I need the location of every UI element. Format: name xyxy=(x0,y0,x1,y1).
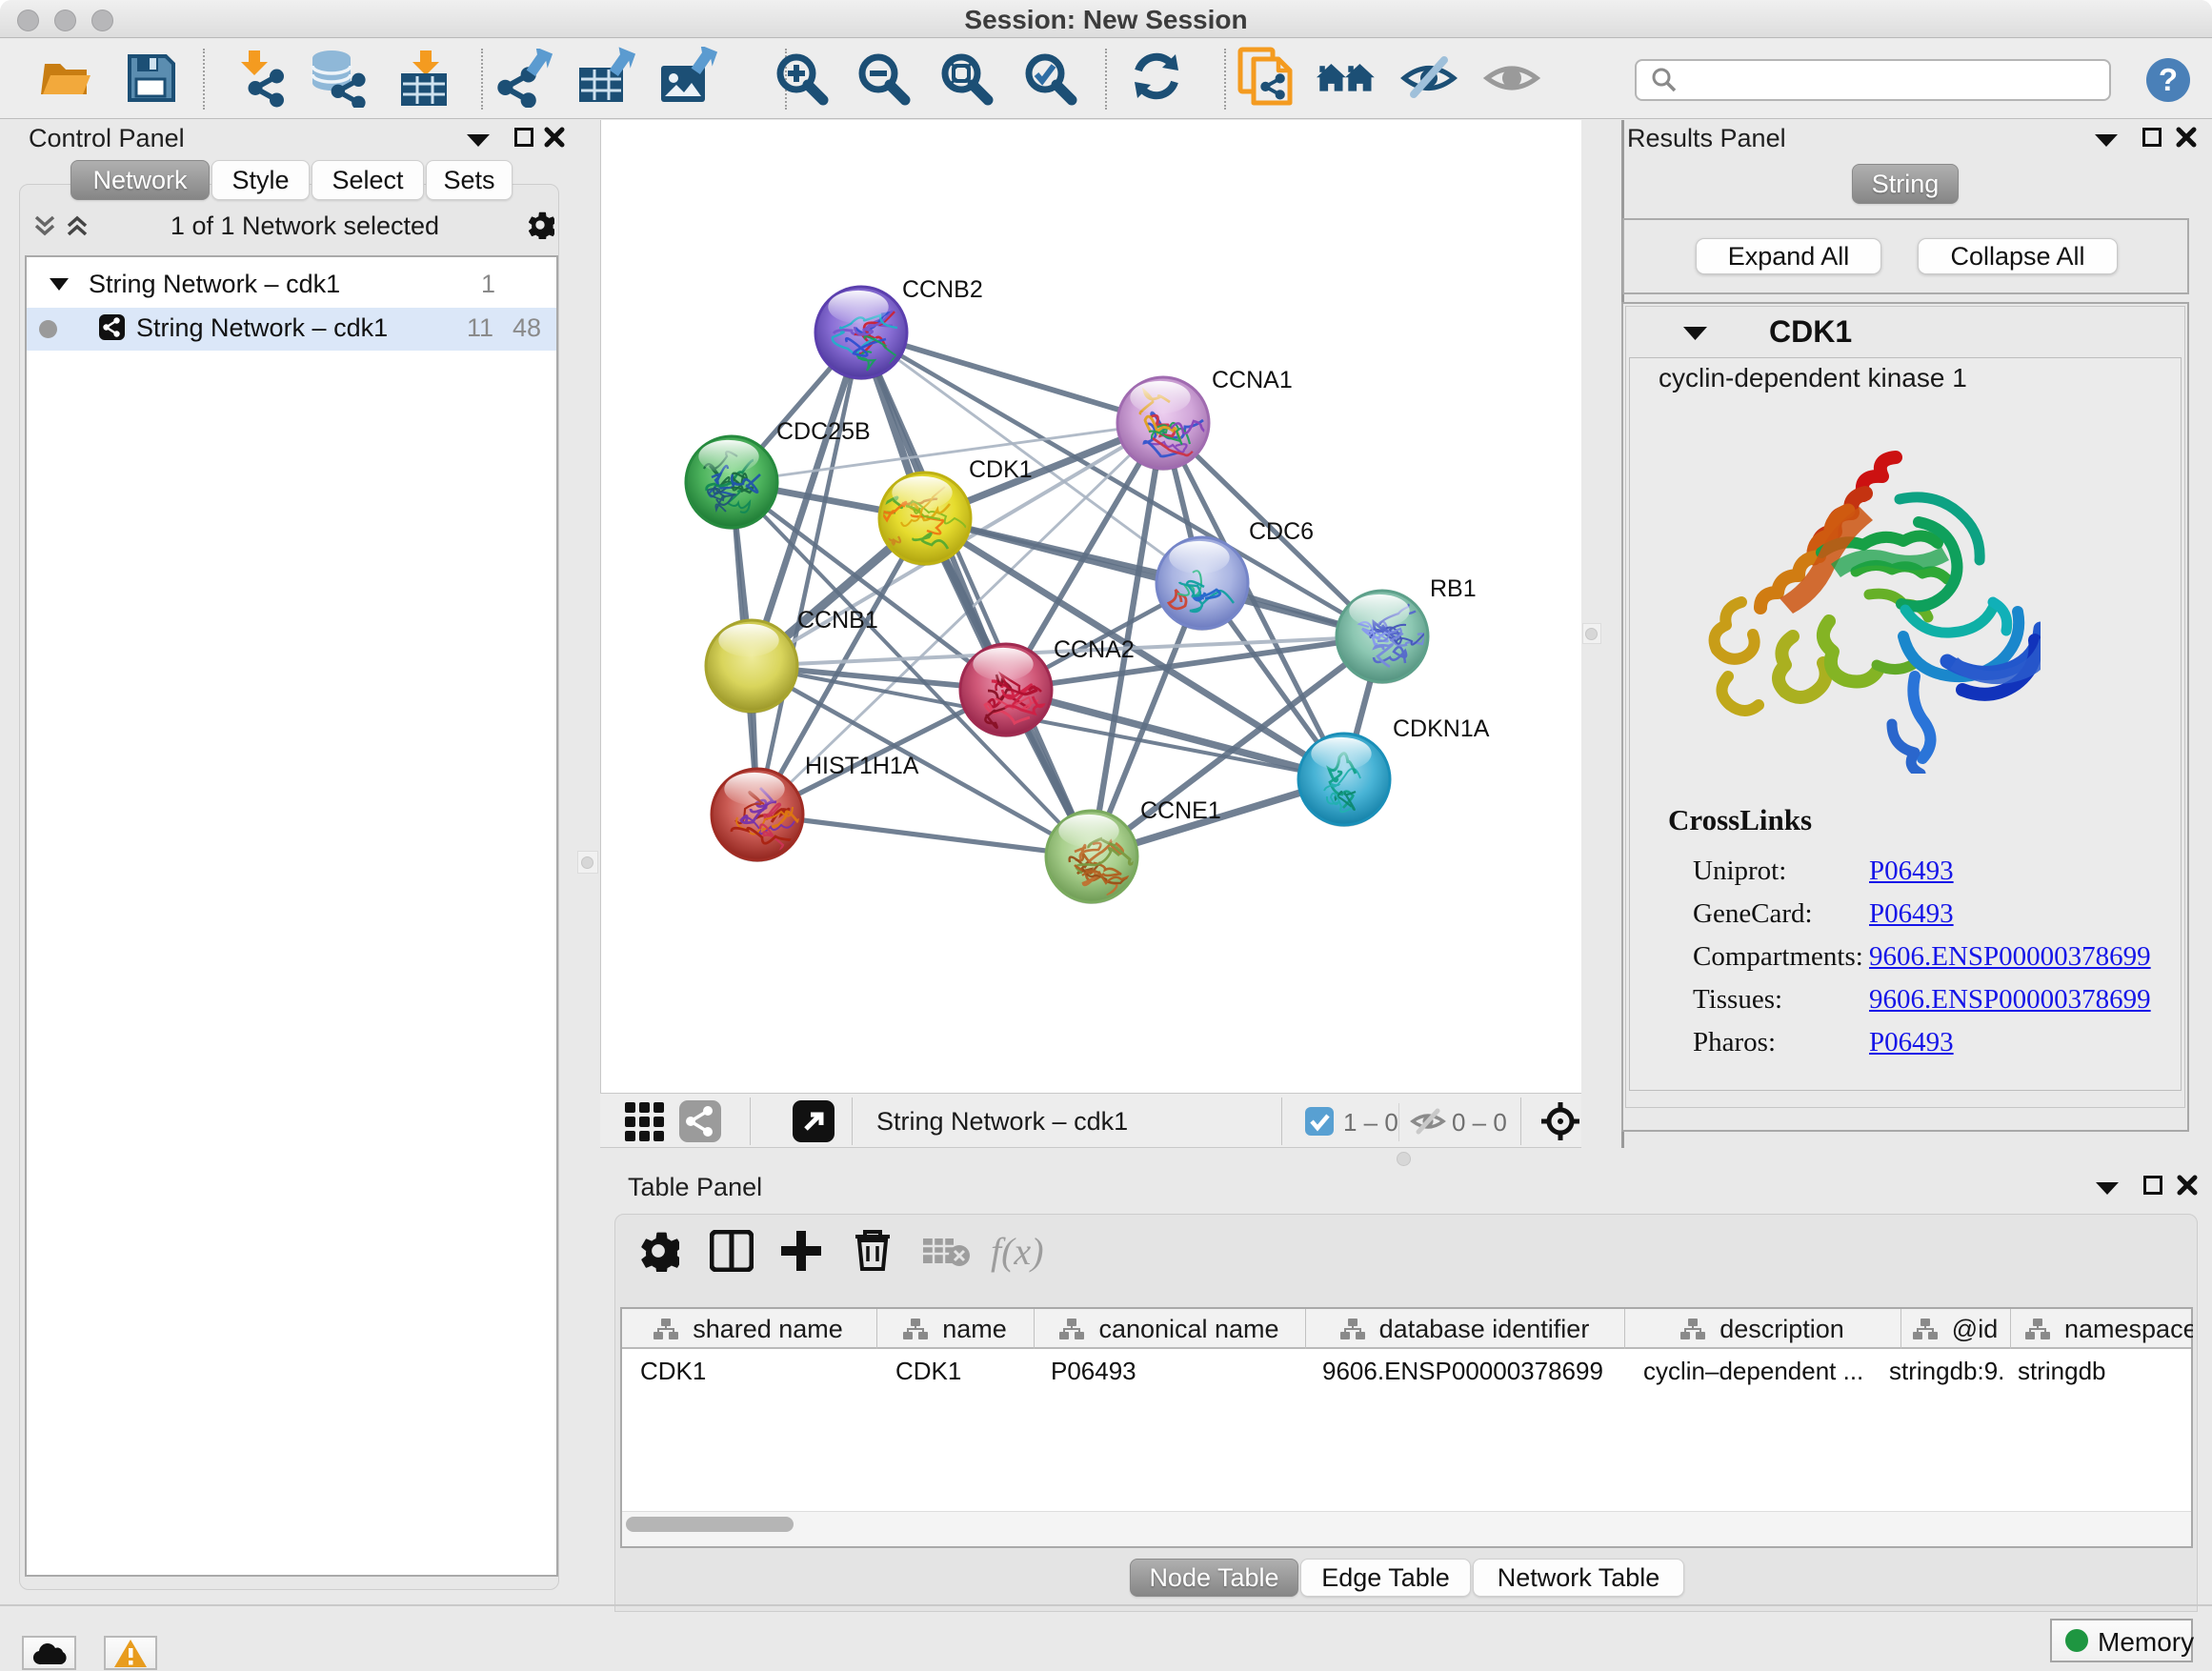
svg-text:CCNB1: CCNB1 xyxy=(797,607,878,634)
svg-text:CDK1: CDK1 xyxy=(969,456,1033,483)
svg-text:CCNB2: CCNB2 xyxy=(902,276,983,303)
svg-text:CDKN1A: CDKN1A xyxy=(1393,715,1490,742)
svg-text:CCNA2: CCNA2 xyxy=(1054,636,1135,663)
svg-text:CDC6: CDC6 xyxy=(1249,518,1314,545)
svg-text:CCNA1: CCNA1 xyxy=(1212,367,1293,393)
svg-text:CCNE1: CCNE1 xyxy=(1140,797,1221,824)
svg-text:CDC25B: CDC25B xyxy=(776,418,871,445)
svg-text:HIST1H1A: HIST1H1A xyxy=(805,753,919,779)
svg-text:RB1: RB1 xyxy=(1430,575,1477,602)
